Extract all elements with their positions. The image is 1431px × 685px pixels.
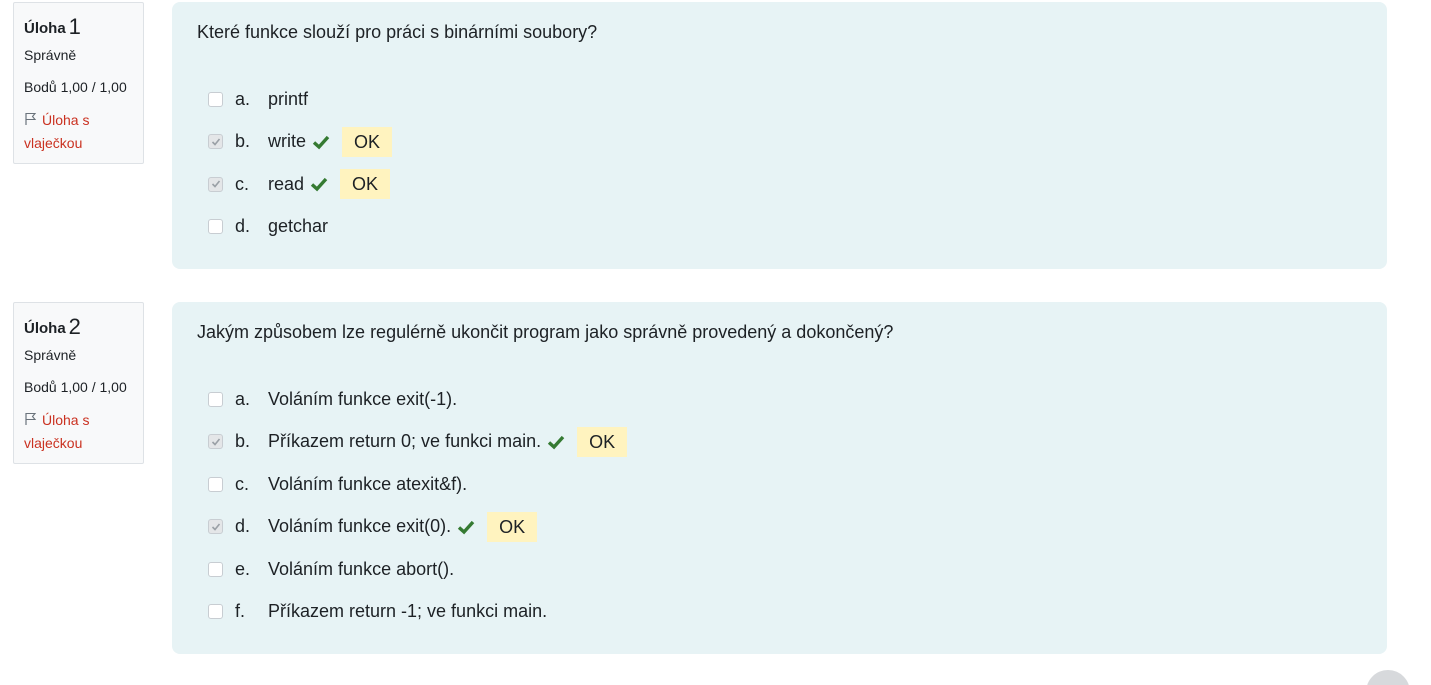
question-title: Úloha 2 (24, 313, 133, 339)
answer-text: Příkazem return 0; ve funkci main. (268, 431, 542, 452)
answer-checkbox[interactable] (208, 91, 223, 107)
answer-checkbox[interactable] (208, 476, 223, 492)
question-number: 1 (68, 14, 81, 39)
answer-checkbox[interactable] (208, 391, 223, 407)
answer-option[interactable]: c. read OK (197, 163, 1362, 206)
answer-text: getchar (268, 216, 329, 237)
answer-option[interactable]: a. printf (197, 78, 1362, 121)
answer-letter: e. (235, 558, 251, 579)
answer-letter: b. (235, 131, 251, 152)
check-icon (312, 135, 330, 150)
answer-checkbox[interactable] (208, 604, 223, 620)
check-icon (310, 178, 328, 192)
question-grade: Bodů 1,00 / 1,00 (24, 79, 127, 95)
answer-option[interactable]: d. getchar (197, 206, 1362, 249)
question-content: Jakým způsobem lze regulérně ukončit pro… (172, 302, 1387, 654)
flag-question-link[interactable]: Úloha s vlaječkou (24, 409, 133, 455)
answer-option[interactable]: d. Voláním funkce exit(0). OK (197, 506, 1362, 549)
answer-list: a. Voláním funkce exit(-1). b. Příkazem … (197, 378, 1362, 633)
flag-question-link[interactable]: Úloha s vlaječkou (24, 109, 133, 155)
answer-letter: a. (235, 388, 251, 409)
answer-checkbox[interactable] (208, 434, 223, 450)
question-2: Úloha 2 Správně Bodů 1,00 / 1,00 Úloha s … (0, 300, 1431, 660)
feedback-badge: OK (340, 169, 391, 200)
flag-icon (25, 412, 37, 425)
answer-text: read (268, 173, 305, 194)
answer-text: Voláním funkce atexit&f). (268, 473, 468, 494)
back-to-top-button[interactable] (1366, 670, 1410, 685)
feedback-badge: OK (342, 126, 393, 157)
question-text: Které funkce slouží pro práci s binárním… (197, 22, 598, 42)
answer-option[interactable]: e. Voláním funkce abort(). (197, 548, 1362, 591)
answer-letter: a. (235, 88, 251, 109)
question-content: Které funkce slouží pro práci s binárním… (172, 2, 1387, 269)
question-title: Úloha 1 (24, 13, 133, 39)
question-info: Úloha 2 Správně Bodů 1,00 / 1,00 Úloha s … (13, 302, 144, 464)
answer-text: write (268, 131, 307, 152)
answer-letter: d. (235, 216, 251, 237)
answer-text: Voláním funkce exit(0). (268, 516, 452, 537)
answer-checkbox[interactable] (208, 519, 223, 535)
answer-option[interactable]: f. Příkazem return -1; ve funkci main. (197, 591, 1362, 634)
answer-checkbox[interactable] (208, 134, 223, 150)
answer-option[interactable]: b. Příkazem return 0; ve funkci main. OK (197, 421, 1362, 464)
question-grade: Bodů 1,00 / 1,00 (24, 379, 127, 395)
check-icon (547, 435, 565, 450)
answer-letter: c. (235, 173, 250, 194)
answer-option[interactable]: b. write OK (197, 121, 1362, 164)
question-state: Správně (24, 347, 77, 363)
answer-text: Voláním funkce exit(-1). (268, 388, 458, 409)
answer-text: Příkazem return -1; ve funkci main. (268, 601, 548, 622)
question-1: Úloha 1 Správně Bodů 1,00 / 1,00 Úloha s … (0, 0, 1431, 270)
answer-checkbox[interactable] (208, 176, 223, 192)
answer-checkbox[interactable] (208, 219, 223, 235)
answer-text: printf (268, 88, 309, 109)
answer-letter: c. (235, 473, 250, 494)
feedback-badge: OK (487, 511, 538, 542)
question-label: Úloha (24, 20, 66, 37)
question-state: Správně (24, 47, 77, 63)
answer-checkbox[interactable] (208, 561, 223, 577)
answer-letter: f. (235, 601, 246, 622)
question-number: 2 (68, 314, 81, 339)
answer-option[interactable]: c. Voláním funkce atexit&f). (197, 463, 1362, 506)
check-icon (457, 520, 475, 535)
answer-list: a. printf b. write OK c. read OK d. getc… (197, 78, 1362, 248)
question-label: Úloha (24, 320, 66, 337)
answer-letter: b. (235, 431, 251, 452)
question-text: Jakým způsobem lze regulérně ukončit pro… (197, 322, 894, 342)
answer-option[interactable]: a. Voláním funkce exit(-1). (197, 378, 1362, 421)
question-info: Úloha 1 Správně Bodů 1,00 / 1,00 Úloha s … (13, 2, 144, 164)
answer-text: Voláním funkce abort(). (268, 558, 455, 579)
answer-letter: d. (235, 516, 251, 537)
flag-icon (25, 112, 37, 125)
feedback-badge: OK (577, 426, 628, 457)
